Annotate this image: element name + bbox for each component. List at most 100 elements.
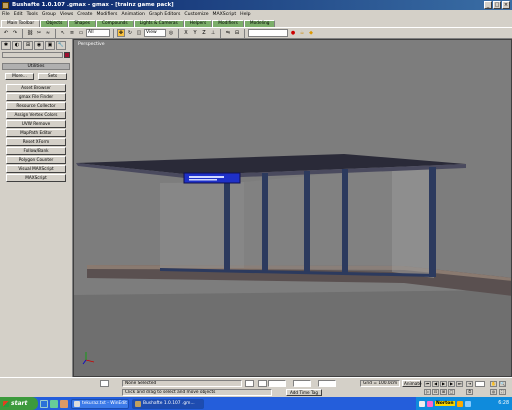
- quick-render-icon[interactable]: ◆: [307, 29, 315, 37]
- tray-network-icon[interactable]: [419, 400, 425, 407]
- object-color-swatch[interactable]: [64, 52, 70, 58]
- quicklaunch-media-icon[interactable]: [60, 399, 68, 408]
- menu-group[interactable]: Group: [42, 12, 56, 17]
- utility-polygon-counter-button[interactable]: Polygon Counter: [6, 156, 66, 164]
- quicklaunch-desktop-icon[interactable]: [50, 399, 58, 408]
- utilities-panel-icon[interactable]: 🔧: [56, 41, 66, 50]
- select-and-move-icon[interactable]: ✥: [117, 29, 125, 37]
- animate-toggle[interactable]: Animate: [402, 380, 422, 387]
- lock-selection-icon[interactable]: [245, 380, 254, 387]
- named-selection-select[interactable]: [248, 29, 288, 37]
- axis-y-icon[interactable]: Y: [191, 29, 199, 37]
- unlink-icon[interactable]: ✂: [35, 29, 43, 37]
- current-frame-field[interactable]: [475, 381, 485, 387]
- menu-customize[interactable]: Customize: [184, 12, 208, 17]
- reference-coordinate-select[interactable]: View: [144, 29, 166, 37]
- menu-tools[interactable]: Tools: [27, 12, 38, 17]
- tab-modeling[interactable]: Modeling: [243, 20, 276, 27]
- tab-compounds[interactable]: Compounds: [96, 20, 134, 27]
- object-name-field[interactable]: [2, 52, 63, 58]
- add-time-tag-button[interactable]: Add Time Tag: [286, 389, 322, 396]
- select-object-icon[interactable]: ↖: [59, 29, 67, 37]
- norton-icon[interactable]: Norton: [435, 401, 455, 406]
- axis-x-icon[interactable]: X: [182, 29, 190, 37]
- task-gmax[interactable]: Bushafte 1.0.107 .gm...: [132, 398, 204, 409]
- menu-views[interactable]: Views: [60, 12, 73, 17]
- utilities-rollout-header[interactable]: Utilities: [2, 63, 70, 70]
- maximize-button[interactable]: □: [493, 1, 501, 9]
- create-panel-icon[interactable]: ✱: [1, 41, 11, 50]
- menu-maxscript[interactable]: MAXScript: [213, 12, 237, 17]
- pivot-center-icon[interactable]: ◎: [167, 29, 175, 37]
- play-icon[interactable]: ▶: [440, 381, 447, 387]
- time-config-icon[interactable]: ⏱: [466, 389, 473, 395]
- menu-help[interactable]: Help: [240, 12, 250, 17]
- zoom-view-icon[interactable]: 🔍: [499, 381, 506, 387]
- modify-panel-icon[interactable]: ◐: [12, 41, 22, 50]
- start-button[interactable]: start: [0, 397, 38, 410]
- task-wineedit[interactable]: tekuraz.txt - WinEdit: [71, 398, 129, 409]
- hierarchy-panel-icon[interactable]: ⊞: [23, 41, 33, 50]
- z-coordinate-field[interactable]: [318, 380, 336, 387]
- utility-assign-vertex-colors-button[interactable]: Assign Vertex Colors: [6, 111, 66, 119]
- select-and-scale-icon[interactable]: ◫: [135, 29, 143, 37]
- transform-type-in-icon[interactable]: [258, 380, 267, 387]
- close-button[interactable]: ×: [502, 1, 510, 9]
- goto-end-icon[interactable]: ⏭: [456, 381, 463, 387]
- pan-view-icon[interactable]: ✋: [490, 381, 497, 387]
- mirror-icon[interactable]: ⇋: [224, 29, 232, 37]
- maximize-viewport-icon[interactable]: ⛶: [499, 389, 506, 395]
- tab-objects[interactable]: Objects: [40, 20, 69, 27]
- utility-uvw-remove-button[interactable]: UVW Remove: [6, 120, 66, 128]
- align-icon[interactable]: ⊟: [233, 29, 241, 37]
- motion-panel-icon[interactable]: ◉: [34, 41, 44, 50]
- tab-lights-cameras[interactable]: Lights & Cameras: [133, 20, 184, 27]
- goto-start-icon[interactable]: ⏮: [424, 381, 431, 387]
- select-and-rotate-icon[interactable]: ↻: [126, 29, 134, 37]
- tray-alert-icon[interactable]: [456, 400, 463, 407]
- utility-visual-maxscript-button[interactable]: Visual MAXScript: [6, 165, 66, 173]
- previous-frame-icon[interactable]: ◀: [432, 381, 439, 387]
- bind-space-warp-icon[interactable]: ≈: [44, 29, 52, 37]
- utility-reset-xform-button[interactable]: Reset XForm: [6, 138, 66, 146]
- rectangle-selection-icon[interactable]: ▭: [77, 29, 85, 37]
- tray-volume-icon[interactable]: [464, 400, 471, 407]
- zoom-all-icon[interactable]: ⊞: [440, 389, 447, 395]
- quicklaunch-ie-icon[interactable]: [40, 399, 48, 408]
- menu-file[interactable]: File: [2, 12, 10, 17]
- orbit-view-icon[interactable]: ◎: [490, 389, 497, 395]
- undo-icon[interactable]: ↶: [2, 29, 10, 37]
- status-script-listener-box[interactable]: [100, 380, 109, 387]
- axis-xy-icon[interactable]: ⊥: [209, 29, 217, 37]
- sets-button[interactable]: Sets: [38, 73, 67, 80]
- tab-main-toolbar[interactable]: Main Toolbar: [1, 20, 41, 27]
- select-by-name-icon[interactable]: ≡: [68, 29, 76, 37]
- utility-mappath-editor-button[interactable]: MapPath Editor: [6, 129, 66, 137]
- x-coordinate-field[interactable]: [268, 380, 286, 387]
- y-coordinate-field[interactable]: [293, 380, 311, 387]
- zoom-extents-icon[interactable]: ⊡: [432, 389, 439, 395]
- more-button[interactable]: More...: [5, 73, 34, 80]
- tab-helpers[interactable]: Helpers: [183, 20, 213, 27]
- tab-modifiers[interactable]: Modifiers: [212, 20, 244, 27]
- viewport-label[interactable]: Perspective: [78, 42, 105, 47]
- menu-animation[interactable]: Animation: [121, 12, 144, 17]
- next-frame-icon[interactable]: ▶: [448, 381, 455, 387]
- display-panel-icon[interactable]: ▣: [45, 41, 55, 50]
- tray-app-icon[interactable]: [427, 400, 433, 407]
- utility-asset-browser-button[interactable]: Asset Browser: [6, 84, 66, 92]
- redo-icon[interactable]: ↷: [11, 29, 19, 37]
- utility-gmax-file-finder-button[interactable]: gmax File Finder: [6, 93, 66, 101]
- selection-filter-select[interactable]: All: [86, 29, 110, 37]
- utility-resource-collector-button[interactable]: Resource Collector: [6, 102, 66, 110]
- menu-graph-editors[interactable]: Graph Editors: [149, 12, 181, 17]
- menu-edit[interactable]: Edit: [14, 12, 23, 17]
- field-of-view-icon[interactable]: ▷: [424, 389, 431, 395]
- region-zoom-icon[interactable]: ▢: [448, 389, 455, 395]
- material-editor-icon[interactable]: ●: [289, 29, 297, 37]
- utility-follow-bank-button[interactable]: Follow/Bank: [6, 147, 66, 155]
- key-mode-icon[interactable]: ⇥: [466, 381, 473, 387]
- render-icon[interactable]: ☕: [298, 29, 306, 37]
- select-link-icon[interactable]: ⛓: [26, 29, 34, 37]
- axis-z-icon[interactable]: Z: [200, 29, 208, 37]
